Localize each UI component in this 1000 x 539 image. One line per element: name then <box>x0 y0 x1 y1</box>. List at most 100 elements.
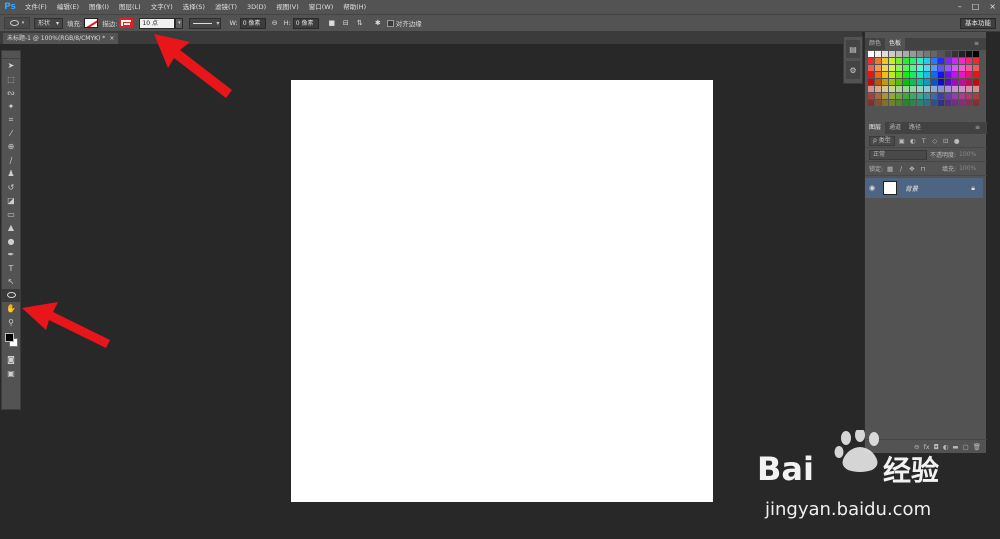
swatch-cell[interactable] <box>903 58 910 65</box>
history-panel-icon[interactable]: ▤ <box>846 40 860 58</box>
swatch-cell[interactable] <box>903 72 910 79</box>
blur-tool-icon[interactable]: ▲ <box>2 221 20 235</box>
swatch-cell[interactable] <box>889 51 896 58</box>
swatch-cell[interactable] <box>889 72 896 79</box>
swatch-grid[interactable] <box>868 51 980 111</box>
eyedropper-tool-icon[interactable]: ⁄ <box>2 127 20 141</box>
swatch-cell[interactable] <box>903 65 910 72</box>
swatch-cell[interactable] <box>931 79 938 86</box>
swatch-cell[interactable] <box>896 86 903 93</box>
swatch-cell[interactable] <box>945 51 952 58</box>
swatch-cell[interactable] <box>875 100 882 107</box>
swatch-cell[interactable] <box>896 100 903 107</box>
swatch-cell[interactable] <box>966 79 973 86</box>
swatch-cell[interactable] <box>889 58 896 65</box>
menu-filter[interactable]: 滤镜(T) <box>210 0 242 14</box>
smart-object-filter-icon[interactable]: ⊡ <box>942 137 950 145</box>
swatch-cell[interactable] <box>945 86 952 93</box>
swatch-cell[interactable] <box>868 51 875 58</box>
swatch-cell[interactable] <box>931 72 938 79</box>
panel-menu-icon[interactable]: ≡ <box>971 122 984 134</box>
height-field[interactable]: 0 像素 <box>292 17 319 29</box>
swatch-cell[interactable] <box>889 79 896 86</box>
swatch-cell[interactable] <box>910 79 917 86</box>
link-icon[interactable]: ⊖ <box>270 18 280 28</box>
lock-pixels-icon[interactable]: ∕ <box>897 165 905 173</box>
swatch-cell[interactable] <box>889 86 896 93</box>
swatch-cell[interactable] <box>931 100 938 107</box>
swatch-cell[interactable] <box>903 51 910 58</box>
swatch-cell[interactable] <box>882 58 889 65</box>
swatch-cell[interactable] <box>917 65 924 72</box>
swatch-cell[interactable] <box>896 72 903 79</box>
properties-panel-icon[interactable]: ⚙ <box>846 61 860 79</box>
swatch-cell[interactable] <box>924 58 931 65</box>
swatch-cell[interactable] <box>882 100 889 107</box>
path-operations-icon[interactable]: ■ <box>327 18 337 28</box>
tab-layers[interactable]: 图层 <box>865 122 886 134</box>
swatch-cell[interactable] <box>882 51 889 58</box>
swatch-cell[interactable] <box>896 93 903 100</box>
swatch-cell[interactable] <box>896 51 903 58</box>
swatch-cell[interactable] <box>952 51 959 58</box>
pixel-filter-icon[interactable]: ▣ <box>898 137 906 145</box>
swatch-cell[interactable] <box>910 72 917 79</box>
pen-tool-icon[interactable]: ✒ <box>2 248 20 262</box>
stroke-type-select[interactable] <box>189 17 222 29</box>
tab-paths[interactable]: 路径 <box>905 122 925 134</box>
swatch-cell[interactable] <box>966 72 973 79</box>
swatch-cell[interactable] <box>959 51 966 58</box>
swatch-cell[interactable] <box>903 93 910 100</box>
swatch-cell[interactable] <box>896 65 903 72</box>
tab-swatches[interactable]: 色板 <box>885 38 906 50</box>
swatch-cell[interactable] <box>868 86 875 93</box>
swatch-cell[interactable] <box>945 65 952 72</box>
swatch-cell[interactable] <box>938 93 945 100</box>
swatch-cell[interactable] <box>938 58 945 65</box>
tab-color[interactable]: 颜色 <box>865 38 885 50</box>
eye-icon[interactable]: ◉ <box>865 184 879 192</box>
menu-3d[interactable]: 3D(D) <box>242 0 271 14</box>
swatch-cell[interactable] <box>896 58 903 65</box>
swatch-cell[interactable] <box>917 51 924 58</box>
swatch-cell[interactable] <box>931 86 938 93</box>
stroke-width-field[interactable]: 10 点 <box>139 17 176 29</box>
swatch-cell[interactable] <box>924 100 931 107</box>
swatch-cell[interactable] <box>882 72 889 79</box>
swatch-cell[interactable] <box>882 93 889 100</box>
swatch-cell[interactable] <box>924 93 931 100</box>
swatch-cell[interactable] <box>924 51 931 58</box>
tab-channels[interactable]: 通道 <box>885 122 905 134</box>
swatch-cell[interactable] <box>938 72 945 79</box>
swatch-cell[interactable] <box>903 86 910 93</box>
swatch-cell[interactable] <box>882 79 889 86</box>
swatch-cell[interactable] <box>868 58 875 65</box>
swatch-cell[interactable] <box>973 86 980 93</box>
swatch-cell[interactable] <box>959 100 966 107</box>
shape-mode-select[interactable]: 形状 ▾ <box>34 17 64 29</box>
swatch-cell[interactable] <box>931 58 938 65</box>
lock-position-icon[interactable]: ✥ <box>908 165 916 173</box>
swatch-cell[interactable] <box>952 79 959 86</box>
shape-filter-icon[interactable]: ◇ <box>931 137 939 145</box>
swatch-cell[interactable] <box>882 86 889 93</box>
swatch-cell[interactable] <box>917 58 924 65</box>
swatch-cell[interactable] <box>910 51 917 58</box>
document-tab[interactable]: 未标题-1 @ 100%(RGB/8/CMYK) * × <box>3 33 119 44</box>
swatch-cell[interactable] <box>875 65 882 72</box>
workspace-switcher[interactable]: 基本功能 <box>960 18 996 29</box>
marquee-tool-icon[interactable]: ⬚ <box>2 73 20 87</box>
swatch-cell[interactable] <box>910 93 917 100</box>
swatch-cell[interactable] <box>952 86 959 93</box>
stroke-color-swatch[interactable] <box>119 18 134 28</box>
document-canvas[interactable] <box>291 80 713 502</box>
swatch-cell[interactable] <box>924 72 931 79</box>
swatch-cell[interactable] <box>938 79 945 86</box>
swatch-cell[interactable] <box>910 65 917 72</box>
lock-transparency-icon[interactable]: ▦ <box>886 165 894 173</box>
menu-help[interactable]: 帮助(H) <box>338 0 371 14</box>
screen-mode-icon[interactable]: ▣ <box>2 367 20 381</box>
swatch-cell[interactable] <box>938 86 945 93</box>
swatch-cell[interactable] <box>931 65 938 72</box>
maximize-button[interactable]: □ <box>972 0 980 14</box>
